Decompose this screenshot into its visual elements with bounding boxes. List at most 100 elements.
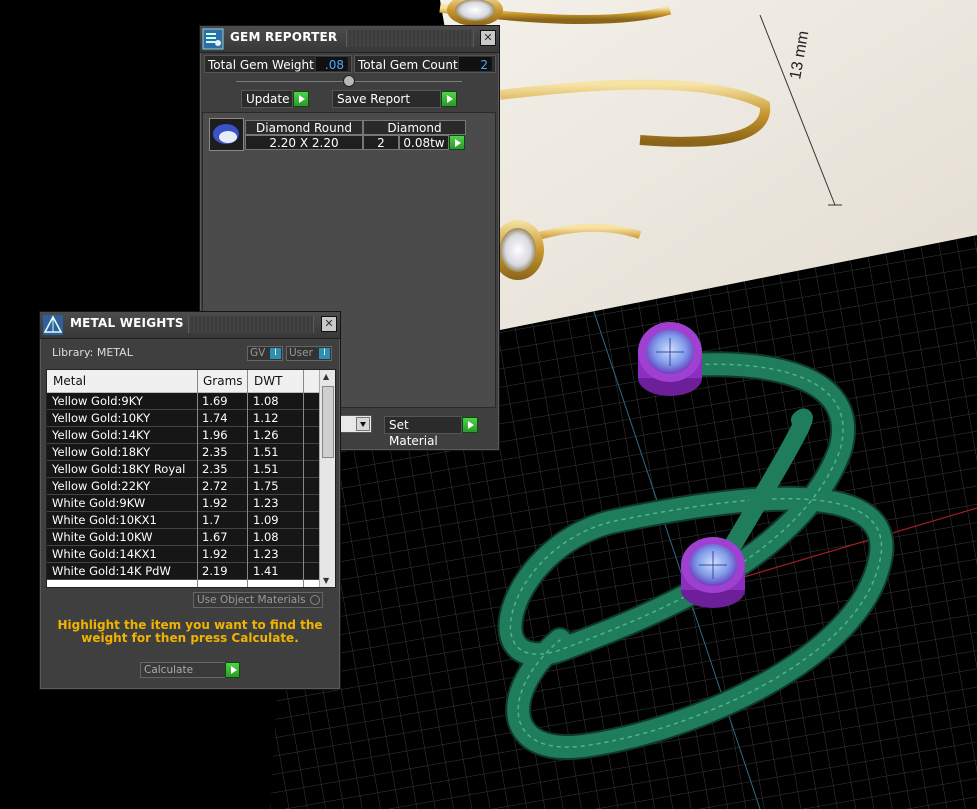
cell-dwt: 1.75 (253, 479, 279, 493)
gv-label: GV (250, 347, 266, 359)
diamond-round-icon (209, 118, 244, 151)
gem-size-cell: 2.20 X 2.20 (245, 135, 363, 150)
column-header-grams[interactable]: Grams (203, 374, 243, 388)
use-object-materials-toggle[interactable]: Use Object Materials (193, 592, 323, 608)
cell-dwt: 1.51 (253, 445, 279, 459)
save-report-go-icon[interactable] (441, 91, 457, 107)
cell-dwt: 1.09 (253, 513, 279, 527)
update-go-icon[interactable] (293, 91, 309, 107)
cell-dwt: 1.12 (253, 411, 279, 425)
column-header-dwt[interactable]: DWT (254, 374, 282, 388)
update-button[interactable]: Update (241, 90, 293, 108)
gem-count-cell: 2 (363, 135, 399, 150)
save-report-button[interactable]: Save Report (332, 90, 441, 108)
gv-toggle-icon[interactable]: I (270, 348, 281, 359)
user-toggle[interactable]: User I (286, 346, 332, 361)
total-gem-count-value: 2 (458, 56, 493, 72)
cell-dwt: 1.26 (253, 428, 279, 442)
user-label: User (289, 347, 313, 359)
scrollbar-thumb[interactable] (322, 386, 334, 458)
metal-weights-title: METAL WEIGHTS (70, 316, 184, 330)
user-toggle-icon[interactable]: I (319, 348, 330, 359)
cell-grams: 2.35 (202, 445, 228, 459)
gem-reporter-title: GEM REPORTER (230, 30, 338, 44)
table-row[interactable]: Yellow Gold:22KY 2.72 1.75 (47, 478, 319, 495)
cell-metal: Yellow Gold:18KY Royal (52, 462, 186, 476)
collapse-toggle-icon[interactable] (343, 75, 355, 87)
library-label: Library: METAL (52, 346, 133, 359)
cell-dwt: 1.23 (253, 496, 279, 510)
metal-weights-drag-grip[interactable] (188, 316, 314, 333)
cell-grams: 2.72 (202, 479, 228, 493)
cell-metal: Yellow Gold:14KY (52, 428, 151, 442)
column-separator (197, 370, 198, 587)
cell-metal: White Gold:10KX1 (52, 513, 157, 527)
gem-reporter-drag-grip[interactable] (346, 30, 474, 47)
metal-weights-panel: METAL WEIGHTS ✕ Library: METAL GV I User… (39, 311, 341, 690)
metal-weights-close-icon[interactable]: ✕ (321, 316, 337, 332)
gem-weight-cell: 0.08tw (399, 135, 449, 150)
cell-metal: White Gold:14KX1 (52, 547, 157, 561)
total-gem-weight-value: .08 (315, 56, 349, 72)
gem-setting-center[interactable] (681, 537, 745, 608)
table-scrollbar[interactable]: ▲ ▼ (319, 370, 335, 587)
cell-grams: 2.19 (202, 564, 228, 578)
table-row[interactable]: White Gold:14K PdW 2.19 1.41 (47, 563, 319, 580)
scroll-down-icon[interactable]: ▼ (323, 576, 329, 585)
scroll-up-icon[interactable]: ▲ (323, 372, 329, 381)
table-row[interactable]: White Gold:9KW 1.92 1.23 (47, 495, 319, 512)
cell-grams: 1.67 (202, 530, 228, 544)
cell-grams: 1.92 (202, 496, 228, 510)
table-row[interactable]: White Gold:10KW 1.67 1.08 (47, 529, 319, 546)
table-row[interactable]: Yellow Gold:14KY 1.96 1.26 (47, 427, 319, 444)
cell-metal: White Gold:9KW (52, 496, 146, 510)
column-separator (247, 370, 248, 587)
cell-metal: White Gold:14K PdW (52, 564, 171, 578)
cell-metal: Yellow Gold:10KY (52, 411, 151, 425)
cell-metal: Yellow Gold:9KY (52, 394, 143, 408)
table-row[interactable]: Yellow Gold:18KY Royal 2.35 1.51 (47, 461, 319, 478)
cell-grams: 1.92 (202, 547, 228, 561)
cell-grams: 1.7 (202, 513, 221, 527)
gem-reporter-titlebar[interactable]: GEM REPORTER ✕ (200, 26, 499, 53)
column-header-metal[interactable]: Metal (53, 374, 86, 388)
table-row[interactable]: White Gold:14KX1 1.92 1.23 (47, 546, 319, 563)
calculate-go-icon[interactable] (225, 662, 240, 678)
gem-details-go-icon[interactable] (449, 135, 465, 150)
cell-grams: 1.96 (202, 428, 228, 442)
cell-dwt: 1.23 (253, 547, 279, 561)
table-row[interactable]: Yellow Gold:9KY 1.69 1.08 (47, 393, 319, 410)
cell-dwt: 1.08 (253, 394, 279, 408)
gv-toggle[interactable]: GV I (247, 346, 283, 361)
set-material-button[interactable]: Set Material (384, 416, 462, 448)
metal-weights-titlebar[interactable]: METAL WEIGHTS ✕ (40, 312, 340, 339)
cell-dwt: 1.08 (253, 530, 279, 544)
gem-reporter-close-icon[interactable]: ✕ (480, 30, 496, 46)
calculate-label: Calculate (144, 664, 194, 676)
column-separator (303, 370, 304, 587)
cell-metal: White Gold:10KW (52, 530, 153, 544)
table-row[interactable]: White Gold:10KX1 1.7 1.09 (47, 512, 319, 529)
cell-dwt: 1.41 (253, 564, 279, 578)
instructions-text: Highlight the item you want to find the … (57, 618, 323, 645)
table-header: Metal Grams DWT (47, 370, 319, 393)
cell-metal: Yellow Gold:22KY (52, 479, 151, 493)
radio-circle-icon[interactable] (310, 595, 320, 605)
table-row[interactable]: Yellow Gold:10KY 1.74 1.12 (47, 410, 319, 427)
metal-weights-app-icon (43, 315, 63, 335)
metal-weights-table[interactable]: Metal Grams DWT Yellow Gold:9KY 1.69 1.08 Y… (46, 369, 336, 588)
cell-grams: 1.74 (202, 411, 228, 425)
gem-reporter-app-icon (202, 28, 224, 50)
gem-material-cell: Diamond (363, 120, 466, 135)
cell-metal: Yellow Gold:18KY (52, 445, 151, 459)
cell-grams: 1.69 (202, 394, 228, 408)
gem-setting-top[interactable] (638, 322, 702, 396)
gem-shape-cell: Diamond Round (245, 120, 363, 135)
use-object-materials-label: Use Object Materials (197, 594, 306, 606)
cell-grams: 2.35 (202, 462, 228, 476)
set-material-go-icon[interactable] (462, 417, 478, 433)
cell-dwt: 1.51 (253, 462, 279, 476)
gem-list-item[interactable]: Diamond Round Diamond 2.20 X 2.20 2 0.08… (209, 118, 467, 152)
chevron-down-icon[interactable] (356, 417, 370, 431)
table-row[interactable]: Yellow Gold:18KY 2.35 1.51 (47, 444, 319, 461)
